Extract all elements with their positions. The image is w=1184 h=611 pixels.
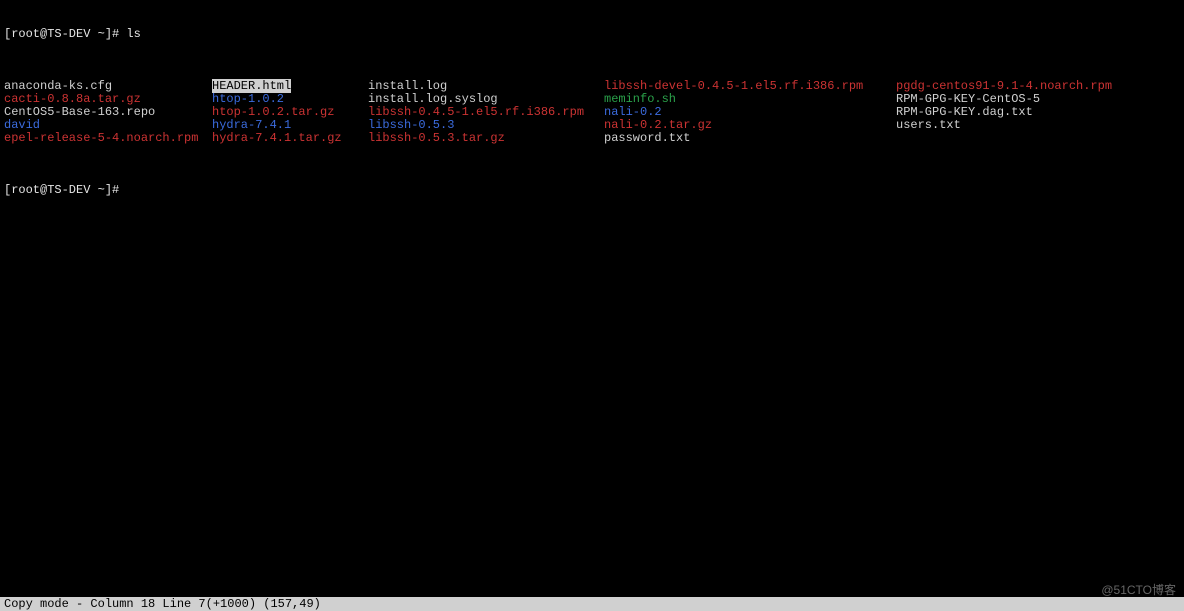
list-row: epel-release-5-4.noarch.rpm hydra-7.4.1.t… [4, 132, 1180, 145]
filename: epel-release-5-4.noarch.rpm [4, 131, 198, 145]
filename: cacti-0.8.8a.tar.gz [4, 92, 141, 106]
filename: libssh-devel-0.4.5-1.el5.rf.i386.rpm [604, 79, 863, 93]
copy-mode-status-bar: Copy mode - Column 18 Line 7(+1000) (157… [0, 597, 1184, 611]
filename: anaconda-ks.cfg [4, 79, 112, 93]
filename: hydra-7.4.1.tar.gz [212, 131, 342, 145]
filename: nali-0.2 [604, 105, 662, 119]
watermark: @51CTO博客 [1101, 584, 1176, 597]
prompt-after: [root@TS-DEV ~]# [4, 184, 1180, 197]
list-item: users.txt [896, 119, 1176, 132]
filename: david [4, 118, 40, 132]
filename: password.txt [604, 131, 690, 145]
command-text: ls [126, 28, 140, 41]
shell-prompt: [root@TS-DEV ~]# [4, 184, 119, 197]
filename: RPM-GPG-KEY-CentOS-5 [896, 92, 1040, 106]
filename: libssh-0.4.5-1.el5.rf.i386.rpm [368, 105, 584, 119]
filename: install.log.syslog [368, 92, 498, 106]
filename: RPM-GPG-KEY.dag.txt [896, 105, 1033, 119]
filename: hydra-7.4.1 [212, 118, 291, 132]
ls-listing: anaconda-ks.cfg HEADER.html install.log lib… [4, 80, 1180, 145]
filename: install.log [368, 79, 447, 93]
list-row: CentOS5-Base-163.repo htop-1.0.2.tar.gz li… [4, 106, 1180, 119]
list-item: epel-release-5-4.noarch.rpm [4, 132, 212, 145]
terminal-output[interactable]: [root@TS-DEV ~]# ls anaconda-ks.cfg HEADE… [0, 0, 1184, 212]
list-item: hydra-7.4.1.tar.gz [212, 132, 368, 145]
prompt-line: [root@TS-DEV ~]# ls [4, 28, 1180, 41]
shell-prompt: [root@TS-DEV ~]# [4, 28, 126, 41]
filename: CentOS5-Base-163.repo [4, 105, 155, 119]
filename: htop-1.0.2.tar.gz [212, 105, 334, 119]
filename: pgdg-centos91-9.1-4.noarch.rpm [896, 79, 1112, 93]
list-item: password.txt [604, 132, 896, 145]
filename: libssh-0.5.3 [368, 118, 454, 132]
list-item: libssh-0.5.3.tar.gz [368, 132, 604, 145]
filename: libssh-0.5.3.tar.gz [368, 131, 505, 145]
filename: nali-0.2.tar.gz [604, 118, 712, 132]
filename: users.txt [896, 118, 961, 132]
filename: meminfo.sh [604, 92, 676, 106]
list-item [896, 132, 1176, 145]
filename: htop-1.0.2 [212, 92, 284, 106]
filename: HEADER.html [212, 79, 291, 93]
